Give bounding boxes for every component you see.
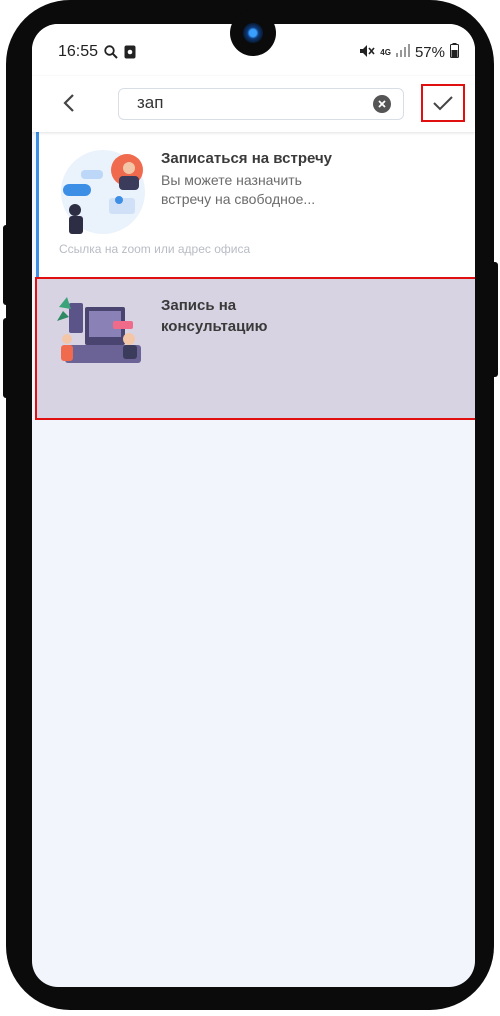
clear-search-button[interactable] bbox=[373, 95, 391, 113]
result-title: Записаться на встречу bbox=[161, 150, 333, 167]
search-input[interactable] bbox=[137, 92, 357, 114]
volume-button bbox=[3, 225, 11, 305]
status-right: 4G 57% bbox=[359, 43, 459, 62]
front-camera bbox=[230, 10, 276, 56]
confirm-button[interactable] bbox=[421, 84, 465, 122]
result-title-line1: Запись на bbox=[161, 297, 237, 314]
search-box bbox=[118, 88, 404, 120]
result-title-line2: консультацию bbox=[161, 318, 268, 335]
mute-icon bbox=[359, 44, 375, 62]
media-status-icon bbox=[124, 45, 136, 64]
chevron-left-icon bbox=[63, 94, 74, 112]
back-button[interactable] bbox=[56, 90, 82, 116]
result-description-line2: встречу на свободное... bbox=[161, 191, 316, 207]
close-icon bbox=[378, 100, 386, 108]
network-label: 4G bbox=[380, 48, 391, 57]
app-bar bbox=[32, 76, 475, 132]
list-item-selected[interactable]: Запись на консультацию bbox=[35, 277, 475, 420]
status-time: 16:55 bbox=[58, 43, 99, 60]
list-item[interactable]: Записаться на встречу Вы можете назначит… bbox=[36, 132, 475, 278]
battery-icon bbox=[450, 43, 459, 62]
power-button-left bbox=[3, 318, 11, 398]
result-description-line1: Вы можете назначить bbox=[161, 172, 302, 188]
consultation-illustration bbox=[55, 293, 147, 375]
screen: 16:55 4G 57% зап Записаться на встречу В… bbox=[32, 24, 475, 987]
meeting-illustration bbox=[59, 148, 147, 236]
signal-icon bbox=[395, 44, 410, 61]
checkmark-icon bbox=[433, 96, 453, 111]
search-status-icon bbox=[104, 45, 118, 64]
battery-percent: 57% bbox=[414, 44, 445, 61]
result-link: Ссылка на zoom или адрес офиса bbox=[59, 242, 251, 256]
power-button-right bbox=[490, 262, 498, 377]
